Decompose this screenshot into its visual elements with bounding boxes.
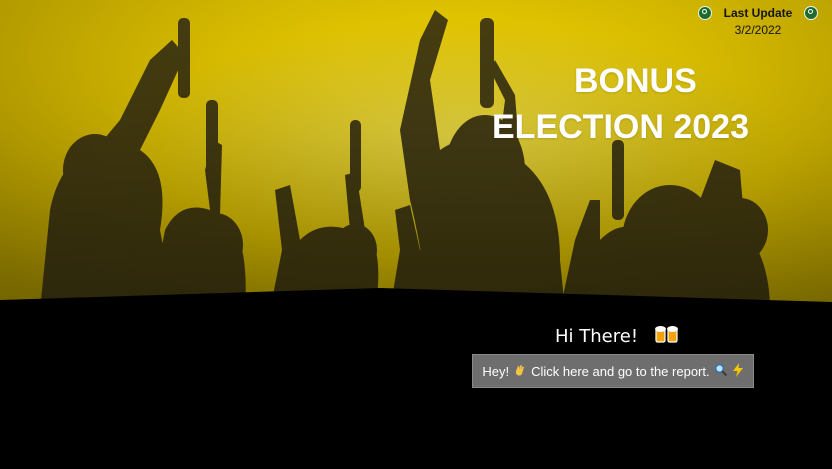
go-to-report-button[interactable]: Hey! Click here and go to the report. xyxy=(472,354,754,388)
last-update-panel: Last Update 3/2/2022 xyxy=(698,6,818,37)
lightning-icon xyxy=(732,362,744,380)
cta-label: Click here and go to the report. xyxy=(531,363,710,379)
title-line-2: ELECTION 2023 xyxy=(492,108,749,146)
page-title: BONUS ELECTION 2023 xyxy=(492,58,812,150)
refresh-icon[interactable] xyxy=(804,6,818,20)
greeting: Hi There! xyxy=(555,323,680,350)
title-line-1: BONUS xyxy=(574,62,697,100)
waving-hand-icon xyxy=(513,363,527,380)
cta-prefix: Hey! xyxy=(482,363,510,379)
magnifier-icon xyxy=(714,363,728,380)
refresh-icon[interactable] xyxy=(698,6,712,20)
last-update-label: Last Update xyxy=(723,6,793,20)
beer-mugs-icon xyxy=(654,323,680,350)
last-update-date: 3/2/2022 xyxy=(734,23,782,37)
greeting-text: Hi There! xyxy=(555,326,639,347)
hero-image xyxy=(0,0,832,310)
report-landing-page: Last Update 3/2/2022 BONUS ELECTION 2023… xyxy=(0,0,832,469)
last-update-row: Last Update xyxy=(698,6,818,20)
